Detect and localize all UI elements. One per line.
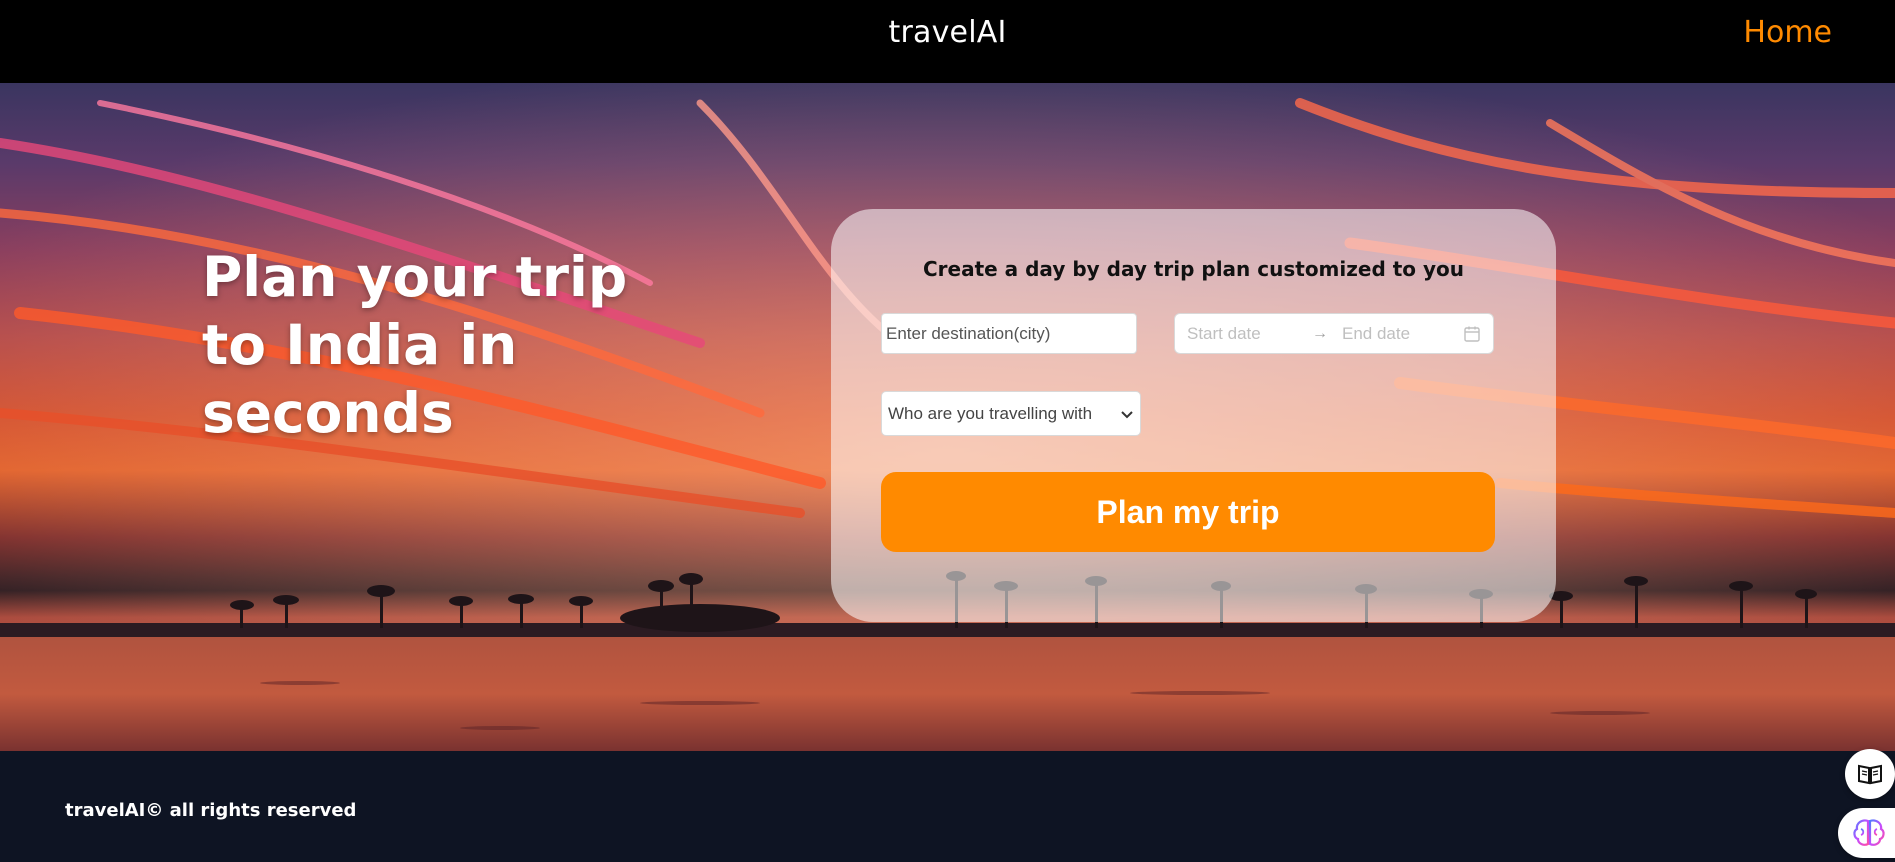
hero-section: Plan your trip to India in seconds Creat… <box>0 83 1895 751</box>
nav-home-link[interactable]: Home <box>1743 15 1832 50</box>
footer: travelAI© all rights reserved <box>0 751 1895 862</box>
start-date-field[interactable]: Start date <box>1187 324 1312 344</box>
plan-trip-button[interactable]: Plan my trip <box>881 472 1495 552</box>
floating-brain-button[interactable] <box>1838 808 1895 858</box>
navbar: travelAI Home <box>0 0 1895 83</box>
hero-headline: Plan your trip to India in seconds <box>202 245 628 445</box>
calendar-icon <box>1464 326 1480 342</box>
brand-logo[interactable]: travelAI <box>0 15 1895 50</box>
book-icon <box>1858 764 1882 785</box>
chevron-down-icon <box>1121 410 1133 418</box>
brain-icon <box>1853 819 1885 846</box>
footer-copyright: travelAI© all rights reserved <box>65 800 357 821</box>
form-title: Create a day by day trip plan customized… <box>922 257 1465 281</box>
end-date-field[interactable]: End date <box>1342 324 1463 344</box>
arrow-right-icon: → <box>1312 324 1328 342</box>
companion-select-value: Who are you travelling with <box>888 403 1093 423</box>
floating-book-button[interactable] <box>1845 749 1895 799</box>
trip-form-card: Create a day by day trip plan customized… <box>831 209 1556 622</box>
date-range-picker[interactable]: Start date → End date <box>1174 313 1494 354</box>
destination-input[interactable] <box>881 313 1137 354</box>
companion-select[interactable]: Who are you travelling with <box>881 391 1141 436</box>
